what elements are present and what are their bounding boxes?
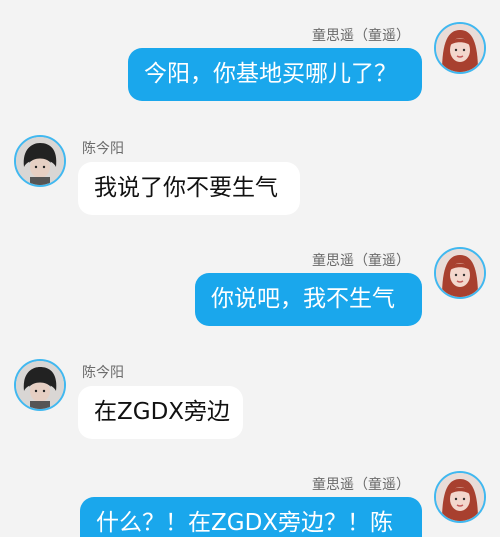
message-bubble[interactable]: 你说吧，我不生气 bbox=[195, 273, 422, 326]
female-avatar-icon[interactable] bbox=[434, 247, 486, 299]
message-bubble[interactable]: 在ZGDX旁边 bbox=[78, 386, 243, 439]
sender-name: 童思遥（童遥） bbox=[312, 477, 410, 493]
message-bubble[interactable]: 什么？！在ZGDX旁边？！陈 bbox=[80, 497, 422, 537]
sender-name: 陈今阳 bbox=[82, 141, 124, 157]
male-avatar-icon[interactable] bbox=[14, 359, 66, 411]
male-avatar-icon[interactable] bbox=[14, 135, 66, 187]
message-bubble[interactable]: 今阳，你基地买哪儿了？ bbox=[128, 48, 422, 101]
sender-name: 童思遥（童遥） bbox=[312, 253, 410, 269]
message-bubble[interactable]: 我说了你不要生气 bbox=[78, 162, 300, 215]
female-avatar-icon[interactable] bbox=[434, 22, 486, 74]
chat-thread: 童思遥（童遥） 今阳，你基地买哪儿了？ 陈今阳 我说了你不要生气 童思遥（童遥）… bbox=[0, 0, 500, 537]
sender-name: 陈今阳 bbox=[82, 365, 124, 381]
sender-name: 童思遥（童遥） bbox=[312, 28, 410, 44]
female-avatar-icon[interactable] bbox=[434, 471, 486, 523]
